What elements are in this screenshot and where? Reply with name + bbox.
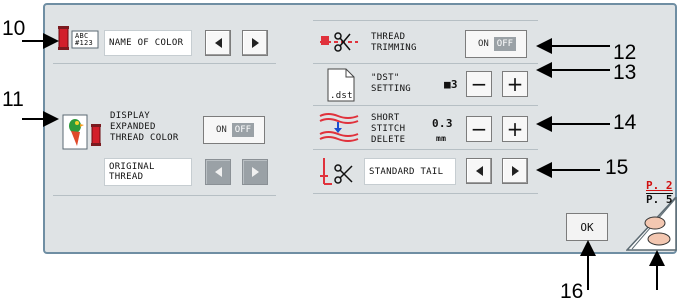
callout-arrows: [22, 33, 665, 290]
